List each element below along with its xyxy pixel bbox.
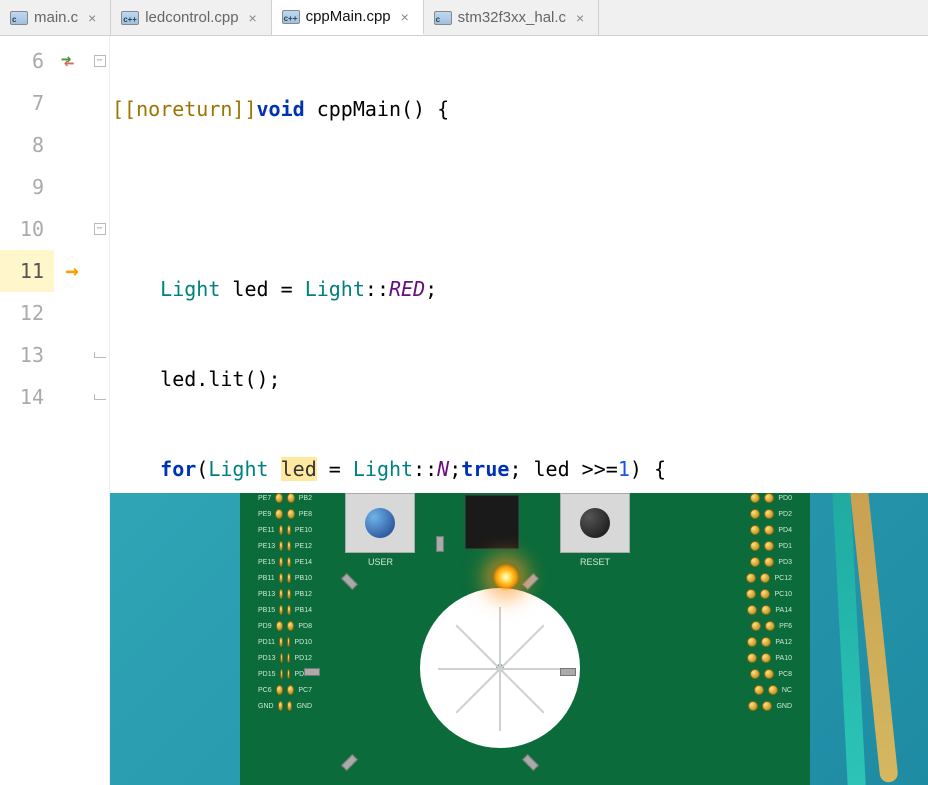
close-icon[interactable]: ×	[572, 10, 588, 26]
code-line[interactable]	[110, 178, 928, 220]
stm32-discovery-board: PE7PB2PE9PE8PE11PE10PE13PE12PE15PE14PB11…	[240, 493, 810, 785]
pin-header-right: PD0PD2PD4PD1PD3PC12PC10PA14PF6PA12PA10PC…	[738, 493, 792, 711]
reset-button-label: RESET	[580, 557, 610, 567]
pin-header-left: PE7PB2PE9PE8PE11PE10PE13PE12PE15PE14PB11…	[258, 493, 312, 711]
line-number-gutter: 6 7 8 9 10 11 12 13 14	[0, 36, 54, 785]
hardware-photo: PE7PB2PE9PE8PE11PE10PE13PE12PE15PE14PB11…	[110, 493, 928, 785]
fold-end[interactable]	[90, 334, 109, 376]
cpp-file-icon: c++	[282, 10, 300, 24]
tab-ledcontrol[interactable]: c++ ledcontrol.cpp ×	[111, 0, 271, 35]
line-number: 8	[0, 124, 54, 166]
code-line[interactable]: Light led = Light::RED;	[110, 268, 928, 310]
c-file-icon: c	[10, 11, 28, 25]
user-button-label: USER	[368, 557, 393, 567]
reset-button	[560, 493, 630, 553]
led-lit-indicator	[492, 563, 520, 591]
fold-end[interactable]	[90, 376, 109, 418]
c-file-icon: c	[434, 11, 452, 25]
execution-pointer-icon: →	[65, 259, 78, 284]
code-line[interactable]: led.lit();	[110, 358, 928, 400]
tab-label: cppMain.cpp	[306, 8, 391, 25]
led-compass-ring	[420, 588, 580, 748]
tab-stm32hal[interactable]: c stm32f3xx_hal.c ×	[424, 0, 599, 35]
user-button	[345, 493, 415, 553]
close-icon[interactable]: ×	[397, 9, 413, 25]
line-number: 11	[0, 250, 54, 292]
line-number: 10	[0, 208, 54, 250]
tab-main-c[interactable]: c main.c ×	[0, 0, 111, 35]
fold-toggle[interactable]: −	[90, 208, 109, 250]
close-icon[interactable]: ×	[245, 10, 261, 26]
line-number: 6	[0, 40, 54, 82]
change-marker-icon	[61, 50, 83, 72]
tab-label: stm32f3xx_hal.c	[458, 9, 566, 26]
fold-gutter: − −	[90, 36, 110, 785]
line-number: 13	[0, 334, 54, 376]
code-area[interactable]: [[noreturn]]void cppMain() { Light led =…	[110, 36, 928, 785]
cpp-file-icon: c++	[121, 11, 139, 25]
code-line[interactable]: [[noreturn]]void cppMain() {	[110, 88, 928, 130]
marker-gutter: →	[54, 36, 90, 785]
editor-tabs: c main.c × c++ ledcontrol.cpp × c++ cppM…	[0, 0, 928, 36]
close-icon[interactable]: ×	[84, 10, 100, 26]
tab-label: ledcontrol.cpp	[145, 9, 238, 26]
tab-cppmain[interactable]: c++ cppMain.cpp ×	[272, 0, 424, 35]
mems-chip	[465, 495, 519, 549]
code-line[interactable]: for(Light led = Light::N;true; led >>=1)…	[110, 448, 928, 490]
line-number: 12	[0, 292, 54, 334]
code-editor[interactable]: 6 7 8 9 10 11 12 13 14 → − − [[noreturn]…	[0, 36, 928, 785]
line-number: 7	[0, 82, 54, 124]
line-number: 14	[0, 376, 54, 418]
line-number: 9	[0, 166, 54, 208]
tab-label: main.c	[34, 9, 78, 26]
fold-toggle[interactable]: −	[90, 40, 109, 82]
